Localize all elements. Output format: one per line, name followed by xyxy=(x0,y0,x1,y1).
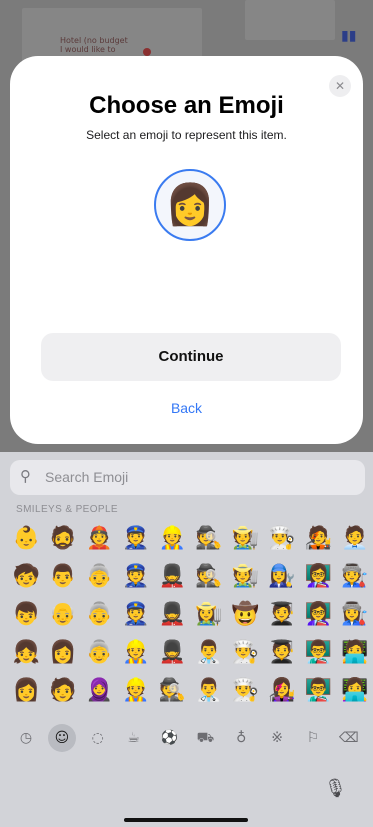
emoji-key[interactable]: 🧕 xyxy=(81,672,118,710)
emoji-row: 🧒 👨 👵 👮 💂 🕵️ 🧑‍🌾 👩‍🔧 👩‍🏫 🧑‍🏭 xyxy=(8,558,373,596)
map-label-line: Hotel (no budget xyxy=(60,36,128,45)
emoji-key[interactable]: 👮 xyxy=(118,520,155,558)
emoji-key[interactable]: 👨‍🏫 xyxy=(300,634,337,672)
emoji-key[interactable]: 👨‍🏫 xyxy=(300,672,337,710)
continue-button[interactable]: Continue xyxy=(41,333,341,381)
sheet-title: Choose an Emoji xyxy=(89,92,284,119)
emoji-key[interactable]: 👩‍🌾 xyxy=(191,596,228,634)
home-indicator xyxy=(124,818,248,822)
emoji-key[interactable]: 👷 xyxy=(118,672,155,710)
selected-emoji[interactable]: 👩 xyxy=(154,169,226,241)
emoji-keyboard: ⚲ Search Emoji SMILEYS & PEOPLE 👶 🧔 👲 👮 👷 🕵️ 🧑… xyxy=(0,452,373,827)
emoji-key[interactable]: 👩 xyxy=(8,672,45,710)
emoji-key[interactable]: 👩‍🔧 xyxy=(264,558,301,596)
emoji-key[interactable]: 👴 xyxy=(45,596,82,634)
emoji-key[interactable]: 🕵️ xyxy=(191,520,228,558)
objects-icon[interactable]: ♁ xyxy=(227,724,255,752)
emoji-key[interactable]: 👵 xyxy=(81,634,118,672)
emoji-key[interactable]: 👦 xyxy=(8,596,45,634)
emoji-key[interactable]: 🤠 xyxy=(227,596,264,634)
emoji-key[interactable]: 👵 xyxy=(81,596,118,634)
map-block xyxy=(245,0,335,40)
emoji-key[interactable]: 🕵️ xyxy=(154,672,191,710)
emoji-key[interactable]: 👮 xyxy=(118,558,155,596)
emoji-key[interactable]: 👨‍⚕️ xyxy=(191,672,228,710)
map-pin-icon xyxy=(143,48,151,56)
emoji-key[interactable]: 💂 xyxy=(154,634,191,672)
emoji-key[interactable]: 🧑 xyxy=(45,672,82,710)
emoji-key[interactable]: 🧑‍💼 xyxy=(337,520,373,558)
emoji-key[interactable]: 👶 xyxy=(8,520,45,558)
emoji-row: 👶 🧔 👲 👮 👷 🕵️ 🧑‍🌾 👨‍🍳 🧑‍🎤 🧑‍💼 xyxy=(8,520,373,558)
emoji-key[interactable]: 👵 xyxy=(81,558,118,596)
emoji-row: 👧 👩 👵 👷 💂 👨‍⚕️ 👨‍🍳 🧑‍🎓 👨‍🏫 🧑‍💻 xyxy=(8,634,373,672)
emoji-key[interactable]: 🧑‍🌾 xyxy=(227,558,264,596)
emoji-key[interactable]: 👨 xyxy=(45,558,82,596)
emoji-key[interactable]: 🧑‍🏭 xyxy=(337,558,373,596)
emoji-category-tabs: ◷ ☺ ◌ ☕ ⚽ ⛟ ♁ ※ ⚐ ⌫ xyxy=(12,724,367,752)
back-button[interactable]: Back xyxy=(10,400,363,416)
emoji-key[interactable]: 👮 xyxy=(118,596,155,634)
emoji-row: 👩 🧑 🧕 👷 🕵️ 👨‍⚕️ 👨‍🍳 👩‍🎤 👨‍🏫 👩‍💻 xyxy=(8,672,373,710)
map-label: Hotel (no budget I would like to xyxy=(60,36,128,54)
emoji-key[interactable]: 🕵️ xyxy=(191,558,228,596)
emoji-category-label: SMILEYS & PEOPLE xyxy=(16,504,118,515)
emoji-key[interactable]: 🧑‍🌾 xyxy=(227,520,264,558)
emoji-key[interactable]: 👩 xyxy=(45,634,82,672)
emoji-key[interactable]: 👨‍🍳 xyxy=(227,634,264,672)
emoji-chooser-sheet: ✕ Choose an Emoji Select an emoji to rep… xyxy=(10,56,363,444)
selected-emoji-glyph: 👩 xyxy=(165,182,215,228)
emoji-key[interactable]: 🧑‍🎓 xyxy=(264,596,301,634)
emoji-key[interactable]: 💂 xyxy=(154,596,191,634)
emoji-key[interactable]: 👧 xyxy=(8,634,45,672)
flags-icon[interactable]: ⚐ xyxy=(299,724,327,752)
travel-icon[interactable]: ⛟ xyxy=(191,724,219,752)
emoji-grid: 👶 🧔 👲 👮 👷 🕵️ 🧑‍🌾 👨‍🍳 🧑‍🎤 🧑‍💼 🧒 👨 👵 👮 💂 🕵️ 🧑‍🌾 👩‍🔧 👩‍🏫 🧑‍🏭 👦 👴… xyxy=(8,520,373,710)
emoji-key[interactable]: 👩‍💻 xyxy=(337,672,373,710)
emoji-search-placeholder: Search Emoji xyxy=(45,469,129,485)
recent-icon[interactable]: ◷ xyxy=(12,724,40,752)
emoji-key[interactable]: 🧑‍🎓 xyxy=(264,634,301,672)
emoji-key[interactable]: 👨‍⚕️ xyxy=(191,634,228,672)
close-icon: ✕ xyxy=(334,79,346,93)
emoji-key[interactable]: 🧔 xyxy=(45,520,82,558)
emoji-key[interactable]: 👨‍🍳 xyxy=(264,520,301,558)
food-icon[interactable]: ☕ xyxy=(120,724,148,752)
emoji-key[interactable]: 👨‍🍳 xyxy=(227,672,264,710)
emoji-key[interactable]: 👩‍🎤 xyxy=(264,672,301,710)
emoji-key[interactable]: 👷 xyxy=(118,634,155,672)
emoji-key[interactable]: 🧑‍💻 xyxy=(337,634,373,672)
smileys-icon[interactable]: ☺ xyxy=(47,724,76,752)
emoji-key[interactable]: 🧑‍🎤 xyxy=(300,520,337,558)
sheet-subtitle: Select an emoji to represent this item. xyxy=(86,128,287,142)
activity-icon[interactable]: ⚽ xyxy=(156,724,184,752)
emoji-search-field[interactable]: ⚲ Search Emoji xyxy=(10,460,365,495)
search-icon: ⚲ xyxy=(20,467,31,485)
map-label-line: I would like to xyxy=(60,45,116,54)
emoji-key[interactable]: 💂 xyxy=(154,558,191,596)
emoji-key[interactable]: 🧒 xyxy=(8,558,45,596)
symbols-icon[interactable]: ※ xyxy=(263,724,291,752)
map-icon[interactable]: ▮▮ xyxy=(341,28,359,46)
emoji-key[interactable]: 👷 xyxy=(154,520,191,558)
delete-icon[interactable]: ⌫ xyxy=(335,724,363,752)
emoji-row: 👦 👴 👵 👮 💂 👩‍🌾 🤠 🧑‍🎓 👩‍🏫 👩‍🏭 xyxy=(8,596,373,634)
emoji-key[interactable]: 👩‍🏫 xyxy=(300,558,337,596)
animals-icon[interactable]: ◌ xyxy=(84,724,112,752)
emoji-key[interactable]: 👩‍🏭 xyxy=(337,596,373,634)
emoji-key[interactable]: 👩‍🏫 xyxy=(300,596,337,634)
microphone-icon[interactable]: 🎙 xyxy=(324,778,347,799)
emoji-key[interactable]: 👲 xyxy=(81,520,118,558)
